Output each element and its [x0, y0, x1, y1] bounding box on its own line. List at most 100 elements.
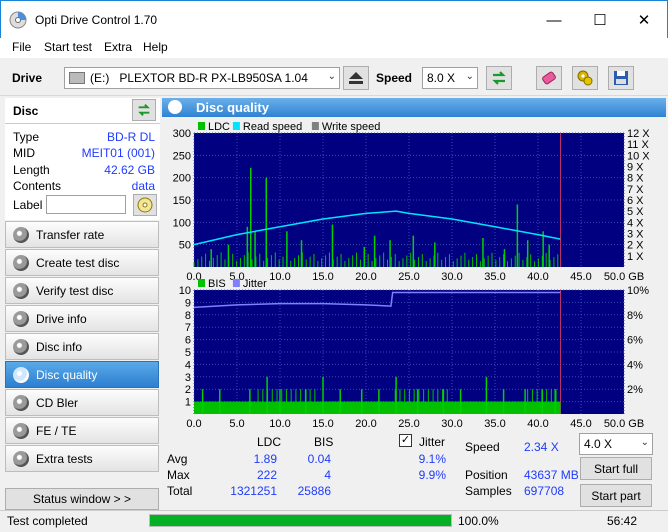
disc-icon — [13, 339, 29, 355]
close-button[interactable]: ✕ — [621, 1, 667, 39]
nav-label: Disc quality — [36, 367, 98, 382]
eject-icon — [349, 72, 363, 84]
chart1-y-tick-label: 100 — [173, 217, 191, 229]
chart2-y2-tick-label: 10% — [627, 285, 649, 297]
progress-bar — [149, 514, 452, 527]
disc-label-apply-button[interactable] — [133, 194, 157, 216]
chart1-legend-label: LDC — [208, 121, 230, 133]
nav-extra-tests[interactable]: Extra tests — [5, 445, 159, 472]
jitter-checkbox[interactable]: ✓ — [399, 434, 412, 447]
chart2-legend-swatch — [198, 279, 205, 287]
chart2-legend-swatch — [232, 279, 240, 287]
chart2-x-tick-label: 50.0 GB — [604, 418, 644, 428]
charts-area: LDC Read speed Write speed3002502001501005… — [173, 121, 651, 428]
col-ldc-header: LDC — [257, 435, 282, 449]
speed-label: Speed — [376, 71, 413, 85]
nav-disc-quality[interactable]: Disc quality — [5, 361, 159, 388]
status-window-label: Status window > > — [32, 492, 132, 506]
progress-fill — [150, 515, 451, 526]
chart2-legend-label: Jitter — [243, 278, 267, 290]
chart2-x-tick-label: 40.0 — [527, 418, 548, 428]
chart2-y-tick-label: 8 — [185, 310, 191, 322]
disc-label-input[interactable] — [46, 195, 126, 214]
chart1-y-tick-label: 50 — [179, 240, 191, 252]
total-label: Total — [167, 484, 193, 498]
chart2-x-tick-label: 15.0 — [312, 418, 333, 428]
disc-icon — [13, 283, 29, 299]
chart2-y-tick-label: 5 — [185, 347, 191, 359]
avg-bis: 0.04 — [307, 452, 331, 466]
max-ldc: 222 — [256, 468, 277, 482]
samples-value: 697708 — [524, 484, 565, 498]
nav-fe-te[interactable]: FE / TE — [5, 417, 159, 444]
chart2-y-tick-label: 7 — [185, 322, 191, 334]
menu-extra[interactable]: Extra — [104, 40, 132, 54]
nav-disc-info[interactable]: Disc info — [5, 333, 159, 360]
disc-contents-value: data — [131, 179, 155, 193]
chart2-x-tick-label: 30.0 — [441, 418, 462, 428]
start-full-label: Start full — [593, 461, 638, 476]
max-bis: 4 — [324, 468, 331, 482]
disc-icon — [13, 395, 29, 411]
status-window-button[interactable]: Status window > > — [5, 488, 159, 510]
chart2-y2-tick-label: 6% — [627, 335, 643, 347]
disc-quality-icon — [168, 100, 182, 114]
chart1-x-tick-label: 20.0 — [355, 271, 376, 283]
chart2-y2-tick-label: 4% — [627, 359, 643, 371]
chart1-y-tick-label: 250 — [173, 150, 191, 162]
speed-value: 8.0 X — [427, 71, 456, 85]
eject-button[interactable] — [343, 66, 369, 90]
avg-label: Avg — [167, 452, 188, 466]
total-bis: 25886 — [297, 484, 331, 498]
drive-select[interactable]: (E:) PLEXTOR BD-R PX-LB950SA 1.04 ⌄ — [64, 67, 340, 89]
disc-label-label: Label — [13, 198, 43, 212]
progress-text: 100.0% — [458, 514, 499, 528]
chart2-x-tick-label: 25.0 — [398, 418, 419, 428]
settings-button[interactable] — [572, 66, 598, 90]
chart1-legend-label: Read speed — [243, 121, 302, 133]
nav-label: CD Bler — [36, 395, 79, 410]
title-bar: Opti Drive Control 1.70 — ☐ ✕ — [0, 0, 668, 38]
drive-value: PLEXTOR BD-R PX-LB950SA 1.04 — [119, 71, 308, 85]
chart2-x-tick-label: 45.0 — [570, 418, 591, 428]
chevron-down-icon: ⌄ — [465, 71, 474, 82]
menu-start-test[interactable]: Start test — [44, 40, 92, 54]
chart2-y2-tick-label: 8% — [627, 310, 643, 322]
minimize-button[interactable]: — — [531, 1, 577, 39]
menu-help[interactable]: Help — [143, 40, 168, 54]
samples-label: Samples — [465, 484, 512, 498]
erase-button[interactable] — [536, 66, 562, 90]
menu-file[interactable]: File — [12, 40, 31, 54]
jitter-label: Jitter — [419, 435, 446, 449]
chart1-legend-swatch — [311, 122, 319, 130]
speed-select[interactable]: 8.0 X ⌄ — [422, 67, 478, 89]
refresh-button[interactable] — [486, 66, 512, 90]
panel-header: Disc quality — [162, 98, 666, 117]
nav-cd-bler[interactable]: CD Bler — [5, 389, 159, 416]
disc-contents-label: Contents — [13, 179, 62, 193]
speed-stat-value: 2.34 X — [524, 440, 559, 454]
disc-icon — [13, 255, 29, 271]
floppy-icon — [614, 71, 628, 85]
chart1-y-tick-label: 300 — [173, 128, 191, 140]
disc-mid-label: MID — [13, 146, 35, 160]
start-part-button[interactable]: Start part — [580, 484, 652, 507]
drive-letter: (E:) — [90, 71, 110, 85]
save-button[interactable] — [608, 66, 634, 90]
nav-verify-test-disc[interactable]: Verify test disc — [5, 277, 159, 304]
col-bis-header: BIS — [314, 435, 334, 449]
disc-refresh-button[interactable] — [132, 99, 156, 121]
test-speed-select[interactable]: 4.0 X ⌄ — [579, 433, 653, 455]
nav-label: Disc info — [36, 339, 83, 354]
refresh-arrows-icon — [138, 103, 150, 117]
disc-length-value: 42.62 GB — [104, 163, 155, 177]
nav-transfer-rate[interactable]: Transfer rate — [5, 221, 159, 248]
disc-icon — [13, 311, 29, 327]
chart2-x-tick-label: 10.0 — [269, 418, 290, 428]
start-full-button[interactable]: Start full — [580, 457, 652, 480]
speed-stat-label: Speed — [465, 440, 500, 454]
nav-drive-info[interactable]: Drive info — [5, 305, 159, 332]
nav-create-test-disc[interactable]: Create test disc — [5, 249, 159, 276]
maximize-button[interactable]: ☐ — [577, 1, 623, 39]
chart1-y2-tick-label: 1 X — [627, 251, 644, 263]
